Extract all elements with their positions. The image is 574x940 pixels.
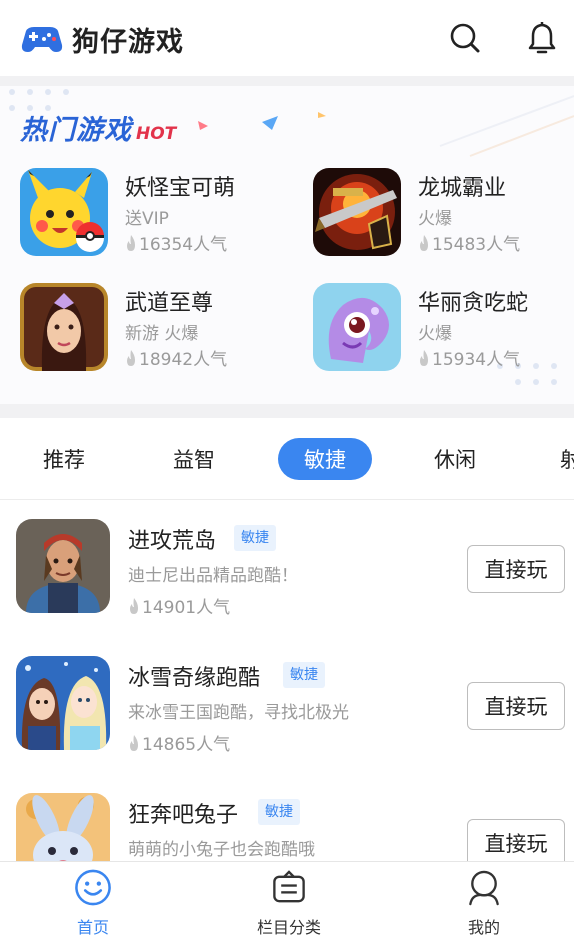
gamepad-logo-icon — [21, 26, 63, 52]
game-icon-pikachu — [20, 168, 108, 256]
flame-icon — [420, 234, 428, 251]
divider — [0, 76, 574, 86]
hot-game-card[interactable]: 华丽贪吃蛇 火爆 15934人气 — [313, 283, 574, 375]
game-desc: 迪士尼出品精品跑酷！ — [128, 566, 298, 586]
tab-agility[interactable]: 敏捷 — [278, 438, 372, 480]
game-tag: 送VIP — [125, 209, 169, 229]
list-item[interactable]: 冰雪奇缘跑酷 敏捷 来冰雪王国跑酷，寻找北极光 14865人气 直接玩 — [0, 638, 574, 775]
popularity-text: 18942人气 — [139, 350, 228, 370]
nav-label: 栏目分类 — [256, 918, 321, 937]
tab-casual[interactable]: 休闲 — [408, 438, 502, 480]
game-icon-dragon-city — [313, 168, 401, 256]
game-tag: 火爆 — [418, 209, 452, 229]
smile-icon — [75, 869, 111, 906]
game-list: 进攻荒岛 敏捷 迪士尼出品精品跑酷！ 14901人气 直接玩 冰雪奇缘跑酷 敏捷… — [0, 501, 574, 861]
search-button[interactable] — [445, 18, 485, 58]
nav-profile[interactable]: 我的 — [429, 868, 539, 938]
hot-game-card[interactable]: 武道至尊 新游 火爆 18942人气 — [20, 283, 290, 375]
nav-category[interactable]: 栏目分类 — [234, 868, 344, 938]
category-badge: 敏捷 — [283, 662, 325, 688]
nav-home[interactable]: 首页 — [38, 868, 148, 938]
game-name: 狂奔吧兔子 — [128, 803, 239, 828]
tab-puzzle[interactable]: 益智 — [147, 438, 241, 480]
bottom-nav: 首页 栏目分类 我的 — [0, 861, 574, 940]
game-icon-snake — [313, 283, 401, 371]
hot-games-section: 热门游戏 HOT 妖怪宝可萌 送VIP 16354人气 龙城霸业 火爆 1548… — [0, 86, 574, 404]
hot-game-card[interactable]: 妖怪宝可萌 送VIP 16354人气 — [20, 168, 290, 260]
popularity-text: 15934人气 — [432, 350, 521, 370]
nav-label: 我的 — [467, 918, 500, 937]
list-item[interactable]: 狂奔吧兔子 敏捷 萌萌的小兔子也会跑酷哦 直接玩 — [0, 775, 574, 861]
tab-recommend[interactable]: 推荐 — [17, 438, 111, 480]
popularity-text: 16354人气 — [139, 235, 228, 255]
game-tag: 火爆 — [418, 324, 452, 344]
game-popularity: 14865人气 — [128, 730, 230, 755]
game-desc: 萌萌的小兔子也会跑酷哦 — [128, 840, 315, 860]
game-name: 华丽贪吃蛇 — [418, 291, 529, 316]
game-icon-frozen — [16, 656, 110, 750]
tab-shooting[interactable]: 射 — [538, 438, 574, 480]
category-badge: 敏捷 — [234, 525, 276, 551]
bell-icon — [528, 22, 556, 54]
category-icon — [273, 870, 305, 903]
game-name: 妖怪宝可萌 — [125, 176, 236, 201]
app-header: 狗仔游戏 — [0, 0, 574, 76]
flame-icon — [420, 349, 428, 366]
flame-icon — [130, 597, 138, 614]
list-item[interactable]: 进攻荒岛 敏捷 迪士尼出品精品跑酷！ 14901人气 直接玩 — [0, 501, 574, 638]
game-name: 冰雪奇缘跑酷 — [128, 666, 261, 691]
divider — [0, 404, 574, 418]
flame-icon — [130, 734, 138, 751]
app-title: 狗仔游戏 — [72, 27, 184, 58]
user-icon — [469, 870, 499, 906]
play-now-button[interactable]: 直接玩 — [467, 545, 565, 593]
play-now-button[interactable]: 直接玩 — [467, 819, 565, 861]
hot-game-card[interactable]: 龙城霸业 火爆 15483人气 — [313, 168, 574, 260]
popularity-text: 15483人气 — [432, 235, 521, 255]
hot-title-cn: 热门游戏 — [20, 115, 132, 146]
game-icon-rabbit — [16, 793, 110, 861]
game-name: 龙城霸业 — [418, 176, 507, 201]
hot-title-en: HOT — [136, 124, 177, 144]
game-icon-island — [16, 519, 110, 613]
game-popularity: 15483人气 — [418, 230, 520, 255]
game-icon-martial — [20, 283, 108, 371]
notification-button[interactable] — [522, 18, 562, 58]
game-name: 武道至尊 — [125, 291, 214, 316]
game-desc: 来冰雪王国跑酷，寻找北极光 — [128, 703, 349, 723]
popularity-text: 14865人气 — [142, 735, 231, 755]
game-popularity: 15934人气 — [418, 345, 520, 370]
game-popularity: 18942人气 — [125, 345, 227, 370]
game-tag: 新游 火爆 — [125, 324, 199, 344]
app-logo: 狗仔游戏 — [20, 20, 184, 59]
flame-icon — [127, 349, 135, 366]
nav-label: 首页 — [76, 918, 109, 937]
category-badge: 敏捷 — [258, 799, 300, 825]
popularity-text: 14901人气 — [142, 598, 231, 618]
game-popularity: 14901人气 — [128, 593, 230, 618]
category-tabs: 推荐 益智 敏捷 休闲 射 — [0, 418, 574, 500]
play-now-button[interactable]: 直接玩 — [467, 682, 565, 730]
flame-icon — [127, 234, 135, 251]
game-name: 进攻荒岛 — [128, 529, 217, 554]
hot-games-title: 热门游戏 HOT — [20, 108, 176, 148]
search-icon — [450, 23, 480, 53]
game-popularity: 16354人气 — [125, 230, 227, 255]
